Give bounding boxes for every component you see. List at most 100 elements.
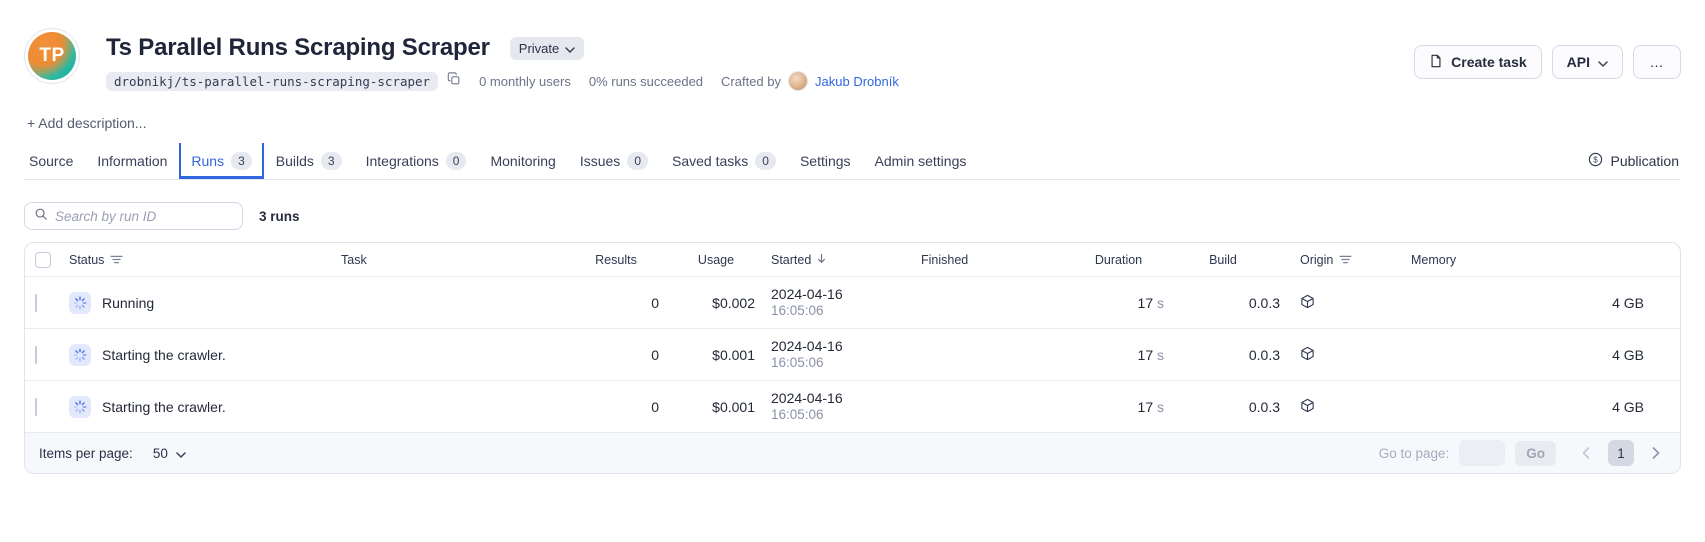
run-origin (1280, 398, 1400, 416)
more-actions-button[interactable]: … (1633, 45, 1681, 79)
tab-builds-count: 3 (321, 152, 342, 170)
row-checkbox[interactable] (35, 294, 37, 312)
run-results: 0 (571, 295, 661, 311)
search-box (24, 202, 243, 230)
sort-desc-icon[interactable] (817, 253, 826, 267)
col-origin: Origin (1300, 253, 1333, 267)
package-icon (1300, 348, 1315, 364)
run-status: Starting the crawler. (102, 399, 226, 415)
package-icon (1300, 296, 1315, 312)
col-task: Task (341, 253, 367, 267)
tab-issues[interactable]: Issues 0 (568, 143, 660, 179)
tab-saved-tasks-count: 0 (755, 152, 776, 170)
actor-logo: TP (24, 28, 80, 84)
runs-count: 3 runs (259, 209, 300, 224)
title-block: Ts Parallel Runs Scraping Scraper Privat… (106, 28, 899, 91)
tab-information[interactable]: Information (85, 143, 179, 179)
visibility-badge[interactable]: Private (510, 37, 584, 60)
run-usage: $0.001 (661, 347, 771, 363)
col-usage: Usage (698, 253, 734, 267)
tab-runs[interactable]: Runs 3 (179, 143, 263, 179)
run-build: 0.0.3 (1166, 399, 1280, 415)
run-status: Running (102, 295, 154, 311)
create-task-label: Create task (1451, 54, 1527, 70)
col-build: Build (1209, 253, 1237, 267)
go-button[interactable]: Go (1515, 441, 1556, 466)
items-per-page-select[interactable]: 50 (153, 446, 186, 461)
actor-logo-initials: TP (28, 32, 76, 80)
package-icon (1300, 400, 1315, 416)
tab-integrations-count: 0 (446, 152, 467, 170)
run-started-date: 2024-04-16 (771, 286, 921, 302)
run-duration: 17 s (1071, 399, 1166, 415)
run-build: 0.0.3 (1166, 295, 1280, 311)
tab-source[interactable]: Source (24, 143, 85, 179)
col-finished: Finished (921, 253, 968, 267)
page-number-button[interactable]: 1 (1608, 440, 1634, 466)
row-checkbox[interactable] (35, 346, 37, 364)
runs-table: Status Task Results Usage Started Finish… (24, 242, 1681, 474)
filter-icon[interactable] (1339, 253, 1352, 267)
search-input[interactable] (55, 209, 233, 224)
run-status: Starting the crawler. (102, 347, 226, 363)
api-button[interactable]: API (1552, 45, 1623, 79)
publication-link[interactable]: $ Publication (1588, 143, 1682, 179)
add-description-link[interactable]: + Add description... (27, 115, 146, 131)
header-actions: Create task API … (1414, 45, 1681, 79)
tab-settings[interactable]: Settings (788, 143, 863, 179)
next-page-icon[interactable] (1646, 440, 1666, 466)
run-origin (1280, 346, 1400, 364)
run-results: 0 (571, 399, 661, 415)
api-label: API (1567, 54, 1590, 70)
table-row[interactable]: Running 0 $0.002 2024-04-16 16:05:06 17 … (25, 276, 1680, 328)
runs-toolbar: 3 runs (24, 202, 1681, 230)
run-started-date: 2024-04-16 (771, 338, 921, 354)
actor-slug: drobnikj/ts-parallel-runs-scraping-scrap… (106, 72, 438, 91)
run-usage: $0.001 (661, 399, 771, 415)
chevron-down-icon (1598, 54, 1608, 70)
tab-monitoring[interactable]: Monitoring (478, 143, 567, 179)
col-started[interactable]: Started (771, 253, 811, 267)
spinner-icon (69, 292, 91, 314)
tab-issues-count: 0 (627, 152, 648, 170)
copy-icon[interactable] (447, 72, 461, 91)
col-duration: Duration (1095, 253, 1142, 267)
row-checkbox[interactable] (35, 398, 37, 416)
table-footer: Items per page: 50 Go to page: Go 1 (25, 432, 1680, 473)
visibility-label: Private (519, 41, 559, 56)
crafted-by-label: Crafted by (721, 74, 781, 89)
run-memory: 4 GB (1400, 399, 1672, 415)
ellipsis-icon: … (1650, 54, 1665, 70)
select-all-checkbox[interactable] (35, 252, 51, 268)
tab-bar: Source Information Runs 3 Builds 3 Integ… (24, 143, 1681, 180)
run-started: 2024-04-16 16:05:06 (771, 286, 921, 319)
run-duration: 17 s (1071, 347, 1166, 363)
dollar-circle-icon: $ (1588, 152, 1603, 170)
run-memory: 4 GB (1400, 295, 1672, 311)
col-status: Status (69, 253, 104, 267)
tab-runs-count: 3 (231, 152, 252, 170)
runs-succeeded: 0% runs succeeded (589, 74, 703, 89)
run-started-time: 16:05:06 (771, 303, 921, 319)
go-to-page-input[interactable] (1459, 440, 1505, 466)
run-usage: $0.002 (661, 295, 771, 311)
create-task-button[interactable]: Create task (1414, 45, 1542, 79)
filter-icon[interactable] (110, 253, 123, 267)
author-avatar (788, 71, 808, 91)
tab-integrations[interactable]: Integrations 0 (354, 143, 479, 179)
table-row[interactable]: Starting the crawler. 0 $0.001 2024-04-1… (25, 328, 1680, 380)
author-link[interactable]: Jakub Drobník (815, 74, 899, 89)
items-per-page-value: 50 (153, 446, 168, 461)
table-row[interactable]: Starting the crawler. 0 $0.001 2024-04-1… (25, 380, 1680, 432)
run-started-time: 16:05:06 (771, 407, 921, 423)
table-header-row: Status Task Results Usage Started Finish… (25, 243, 1680, 276)
page-title: Ts Parallel Runs Scraping Scraper (106, 34, 490, 62)
tab-admin-settings[interactable]: Admin settings (863, 143, 979, 179)
chevron-down-icon (565, 41, 575, 56)
run-results: 0 (571, 347, 661, 363)
prev-page-icon[interactable] (1576, 440, 1596, 466)
tab-builds[interactable]: Builds 3 (264, 143, 354, 179)
run-build: 0.0.3 (1166, 347, 1280, 363)
spinner-icon (69, 344, 91, 366)
tab-saved-tasks[interactable]: Saved tasks 0 (660, 143, 788, 179)
